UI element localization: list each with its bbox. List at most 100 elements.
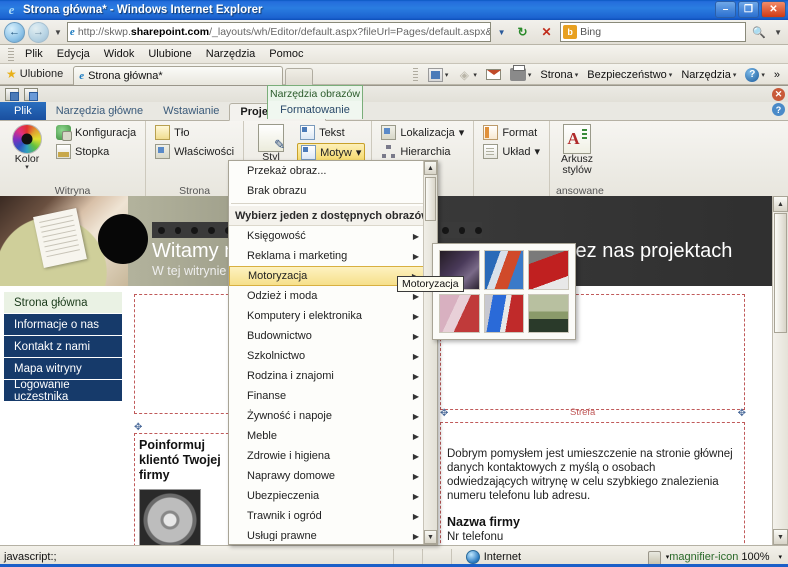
- color-button[interactable]: Kolor ▾: [6, 124, 48, 171]
- stop-icon[interactable]: ✕: [536, 22, 557, 43]
- konfiguracja-button[interactable]: Konfiguracja: [53, 124, 139, 141]
- uklad-button[interactable]: Układ ▾: [480, 143, 543, 160]
- drag-handle-right[interactable]: ✥: [738, 408, 746, 419]
- tools-menu-button[interactable]: Narzędzia ▾: [677, 68, 740, 82]
- motyw-caret-icon: ▾: [355, 147, 362, 159]
- menu-item-narzedzia[interactable]: Narzędzia: [199, 47, 263, 61]
- help-menu-button[interactable]: ? ▾: [741, 67, 769, 83]
- category-zywnosc-i-napoje[interactable]: Żywność i napoje ▶: [229, 406, 437, 426]
- search-input[interactable]: b Bing: [560, 22, 747, 42]
- category-ubezpieczenia[interactable]: Ubezpieczenia ▶: [229, 486, 437, 506]
- sidebar-item-logowanie-uczestnika[interactable]: Logowanie uczestnika: [4, 379, 122, 403]
- category-meble[interactable]: Meble ▶: [229, 426, 437, 446]
- dropdown-scroll-up-icon[interactable]: ▲: [424, 161, 437, 175]
- recent-pages-caret-icon[interactable]: ▼: [52, 28, 64, 37]
- ribbon-tab-plik[interactable]: Plik: [0, 102, 46, 120]
- styl-button[interactable]: Styl: [250, 124, 292, 163]
- menu-item-edycja[interactable]: Edycja: [50, 47, 97, 61]
- thumb-car-3[interactable]: [528, 250, 569, 290]
- category-uslugi-prawne[interactable]: Usługi prawne ▶: [229, 526, 437, 541]
- address-dropdown-caret-icon[interactable]: ▼: [494, 23, 509, 41]
- search-go-icon[interactable]: 🔍: [749, 22, 769, 42]
- sidebar-item-informacje-o-nas[interactable]: Informacje o nas: [4, 314, 122, 336]
- menu-item-brak-obrazu[interactable]: Brak obrazu: [229, 181, 437, 201]
- web-part-right-bottom[interactable]: Dobrym pomysłem jest umieszczenie na str…: [440, 422, 745, 545]
- thumb-car-2[interactable]: [483, 250, 525, 290]
- menu-item-plik[interactable]: Plik: [18, 47, 50, 61]
- minimize-button[interactable]: –: [715, 1, 736, 18]
- ribbon-tab-narzedzia-glowne[interactable]: Narzędzia główne: [46, 102, 153, 120]
- favorites-and-tabs-bar: ★ Ulubione e Strona główna* ▾ ◈ ▾ ▾ Stron…: [0, 64, 788, 85]
- read-mail-button[interactable]: [482, 68, 505, 81]
- menu-grip-icon[interactable]: [8, 47, 14, 61]
- thumb-car-6[interactable]: [528, 293, 569, 333]
- format-button[interactable]: Format: [480, 124, 543, 141]
- menu-item-przekaz-obraz[interactable]: Przekaż obraz...: [229, 161, 437, 181]
- preview-icon[interactable]: [24, 87, 38, 101]
- menu-item-ulubione[interactable]: Ulubione: [141, 47, 198, 61]
- command-bar-overflow[interactable]: »: [770, 68, 784, 82]
- new-tab-button[interactable]: [285, 67, 314, 85]
- page-menu-button[interactable]: Strona ▾: [536, 68, 582, 82]
- feeds-button[interactable]: ◈ ▾: [453, 67, 481, 83]
- drag-handle-left[interactable]: ✥: [440, 408, 448, 419]
- category-komputery-i-elektronika[interactable]: Komputery i elektronika ▶: [229, 306, 437, 326]
- category-reklama-i-marketing[interactable]: Reklama i marketing ▶: [229, 246, 437, 266]
- tekst-button[interactable]: Tekst: [297, 124, 365, 141]
- save-icon[interactable]: [5, 87, 19, 101]
- thumb-car-5[interactable]: [483, 293, 525, 333]
- home-button[interactable]: ▾: [424, 67, 453, 83]
- scroll-up-icon[interactable]: ▲: [773, 196, 788, 212]
- category-naprawy-domowe[interactable]: Naprawy domowe ▶: [229, 466, 437, 486]
- back-button[interactable]: ←: [4, 21, 25, 43]
- web-part-left-bottom[interactable]: ✥ Poinformuj klientó Twojej firmy Strona…: [134, 422, 234, 545]
- dropdown-scroll-down-icon[interactable]: ▼: [424, 530, 437, 544]
- favorites-button[interactable]: Ulubione: [20, 68, 63, 80]
- category-trawnik-i-ogrod[interactable]: Trawnik i ogród ▶: [229, 506, 437, 526]
- security-zone-indicator[interactable]: Internet: [465, 549, 646, 564]
- print-button[interactable]: ▾: [506, 65, 536, 82]
- category-finanse[interactable]: Finanse ▶: [229, 386, 437, 406]
- lokalizacja-button[interactable]: Lokalizacja ▾: [378, 124, 467, 141]
- menu-item-widok[interactable]: Widok: [97, 47, 142, 61]
- arkusz-stylow-button[interactable]: A Arkusz stylów: [556, 124, 598, 176]
- zoom-control[interactable]: magnifier-icon 100% ▾: [669, 551, 788, 563]
- close-button[interactable]: ✕: [761, 1, 786, 18]
- hierarchia-button[interactable]: Hierarchia: [378, 143, 467, 160]
- thumb-car-4[interactable]: [439, 293, 480, 333]
- category-szkolnictwo[interactable]: Szkolnictwo ▶: [229, 346, 437, 366]
- category-zdrowie-i-higiena[interactable]: Zdrowie i higiena ▶: [229, 446, 437, 466]
- refresh-icon[interactable]: ↻: [512, 22, 533, 43]
- menu-item-pomoc[interactable]: Pomoc: [262, 47, 310, 61]
- drag-handle[interactable]: ✥: [134, 422, 234, 433]
- protected-mode-indicator[interactable]: ▾: [646, 550, 669, 565]
- dropdown-scrollbar[interactable]: ▲ ▼: [423, 161, 437, 544]
- ribbon-close-icon[interactable]: ✕: [772, 88, 785, 101]
- tlo-button[interactable]: Tło: [152, 124, 237, 141]
- maximize-button[interactable]: ❐: [738, 1, 759, 18]
- command-bar-grip-icon[interactable]: [412, 68, 418, 81]
- ribbon-tab-formatowanie[interactable]: Formatowanie: [267, 101, 363, 119]
- browser-tab-strona-glowna[interactable]: e Strona główna*: [73, 65, 284, 85]
- sidebar-item-mapa-witryny[interactable]: Mapa witryny: [4, 358, 122, 380]
- sidebar-item-kontakt-z-nami[interactable]: Kontakt z nami: [4, 336, 122, 358]
- scroll-down-icon[interactable]: ▼: [773, 529, 788, 545]
- dropdown-scroll-thumb[interactable]: [425, 177, 436, 221]
- ribbon-tab-wstawianie[interactable]: Wstawianie: [153, 102, 229, 120]
- wlasciwosci-button[interactable]: Właściwości: [152, 143, 237, 160]
- sidebar-item-strona-glowna[interactable]: Strona główna: [4, 292, 122, 314]
- category-ksiegowosc[interactable]: Księgowość ▶: [229, 226, 437, 246]
- category-rodzina-i-znajomi[interactable]: Rodzina i znajomi ▶: [229, 366, 437, 386]
- safety-menu-button[interactable]: Bezpieczeństwo ▾: [583, 68, 676, 82]
- title-bar: e Strona główna* - Windows Internet Expl…: [0, 0, 788, 20]
- address-input[interactable]: e http://skwp.sharepoint.com/_layouts/wh…: [66, 22, 492, 42]
- web-part-left-top[interactable]: [134, 294, 234, 414]
- format-icon: [483, 125, 499, 140]
- scroll-thumb[interactable]: [774, 213, 787, 333]
- page-vertical-scrollbar[interactable]: ▲ ▼: [772, 196, 788, 545]
- star-icon[interactable]: ★: [6, 67, 17, 81]
- stopka-button[interactable]: Stopka: [53, 143, 139, 160]
- category-budownictwo[interactable]: Budownictwo ▶: [229, 326, 437, 346]
- forward-button[interactable]: →: [28, 21, 49, 43]
- search-provider-caret-icon[interactable]: ▼: [772, 28, 784, 37]
